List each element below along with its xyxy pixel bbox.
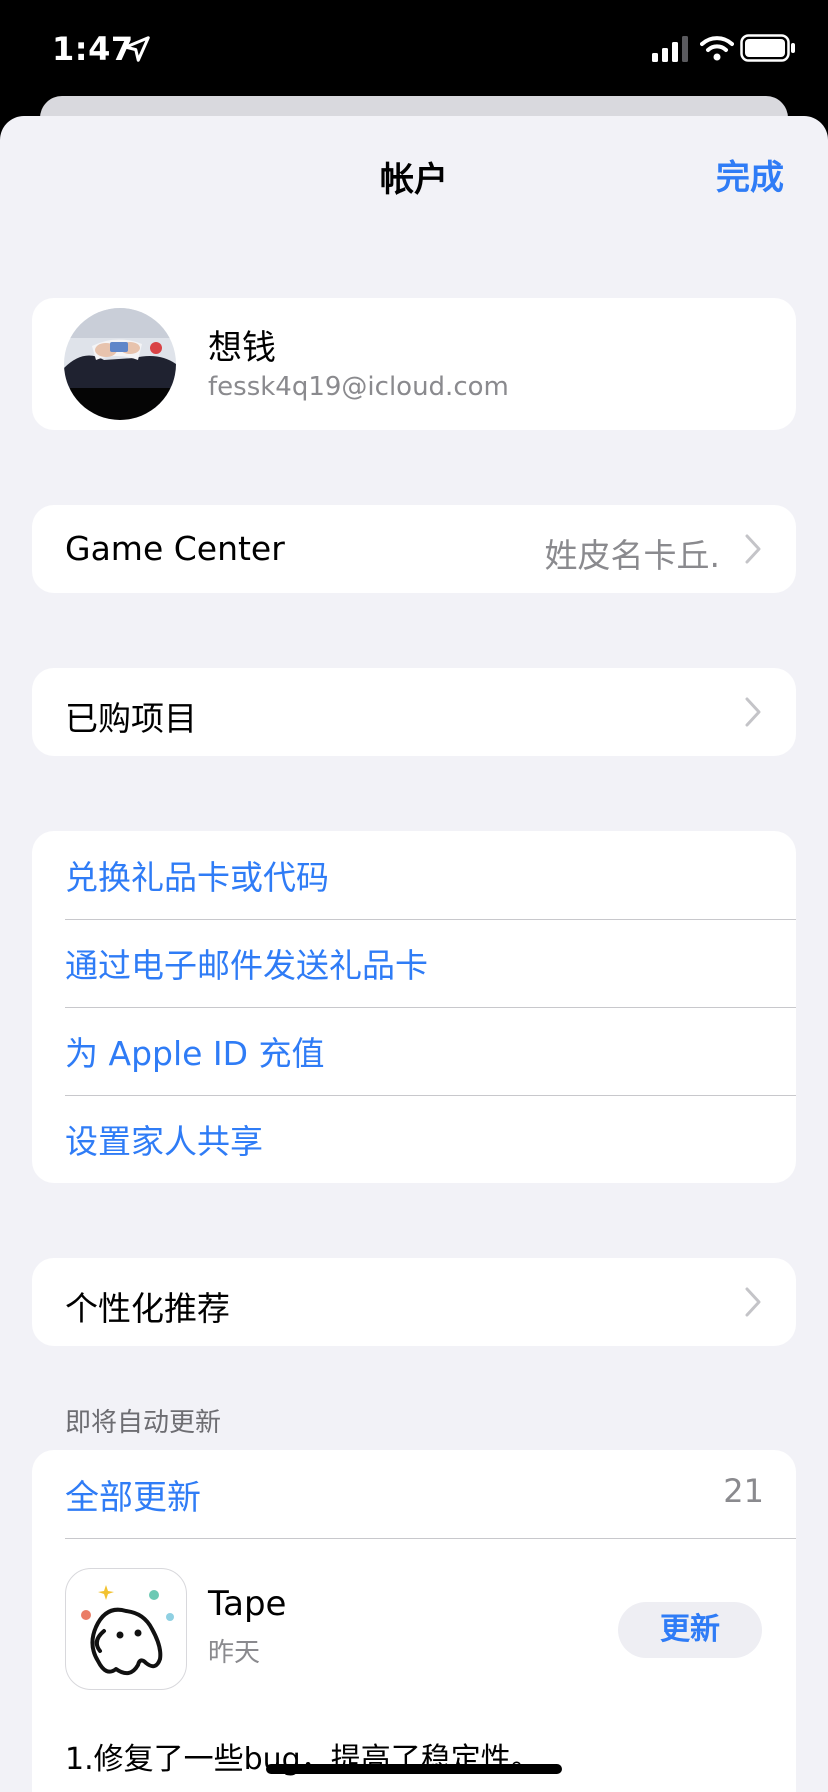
app-name: Tape [208, 1584, 287, 1624]
avatar [64, 308, 176, 420]
game-center-label: Game Center [65, 529, 285, 568]
section-header-auto-updates: 即将自动更新 [65, 1408, 222, 1438]
battery-icon [740, 34, 795, 62]
status-bar: 1:47 [0, 0, 828, 100]
add-funds-link[interactable]: 为 Apple ID 充值 [32, 1007, 796, 1095]
game-center-nickname: 姓皮名卡丘. [544, 536, 721, 575]
update-button[interactable]: 更新 [618, 1602, 762, 1658]
tape-app-icon[interactable] [65, 1568, 187, 1690]
chevron-right-icon [745, 1287, 761, 1317]
cellular-signal-icon [652, 36, 688, 62]
page-title: 帐户 [380, 160, 448, 200]
done-button[interactable]: 完成 [716, 150, 784, 199]
purchased-row[interactable]: 已购项目 [32, 668, 796, 756]
divider [65, 1538, 796, 1539]
email-gift-card-label: 通过电子邮件发送礼品卡 [65, 946, 428, 985]
chevron-right-icon [745, 697, 761, 727]
purchased-label: 已购项目 [65, 699, 197, 738]
email-gift-card-link[interactable]: 通过电子邮件发送礼品卡 [32, 919, 796, 1007]
home-indicator [266, 1764, 562, 1774]
wifi-icon [700, 36, 734, 61]
redeem-gift-card-label: 兑换礼品卡或代码 [65, 858, 329, 897]
profile-card[interactable]: 想钱 fessk4q19@icloud.com [32, 298, 796, 430]
game-center-row[interactable]: Game Center 姓皮名卡丘. [32, 505, 796, 593]
location-arrow-icon [124, 36, 150, 62]
profile-name: 想钱 [208, 328, 276, 368]
personalized-recommendations-row[interactable]: 个性化推荐 [32, 1258, 796, 1346]
gift-links-group: 兑换礼品卡或代码 通过电子邮件发送礼品卡 为 Apple ID 充值 设置家人共… [32, 831, 796, 1183]
redeem-gift-card-link[interactable]: 兑换礼品卡或代码 [32, 831, 796, 919]
app-update-date: 昨天 [208, 1638, 261, 1668]
account-sheet: 帐户 完成 想钱 fessk4q19@icloud.com Game Cente… [0, 116, 828, 1792]
update-all-button[interactable]: 全部更新 [65, 1470, 201, 1519]
updates-card: 全部更新 21 Tape 昨天 更新 1.修复了一些bug，提高了稳定性。 [32, 1450, 796, 1792]
update-count: 21 [723, 1472, 764, 1510]
add-funds-label: 为 Apple ID 充值 [65, 1034, 325, 1073]
family-sharing-link[interactable]: 设置家人共享 [32, 1095, 796, 1183]
personalized-label: 个性化推荐 [65, 1289, 230, 1328]
family-sharing-label: 设置家人共享 [65, 1122, 263, 1161]
chevron-right-icon [745, 534, 761, 564]
profile-email: fessk4q19@icloud.com [208, 372, 509, 402]
